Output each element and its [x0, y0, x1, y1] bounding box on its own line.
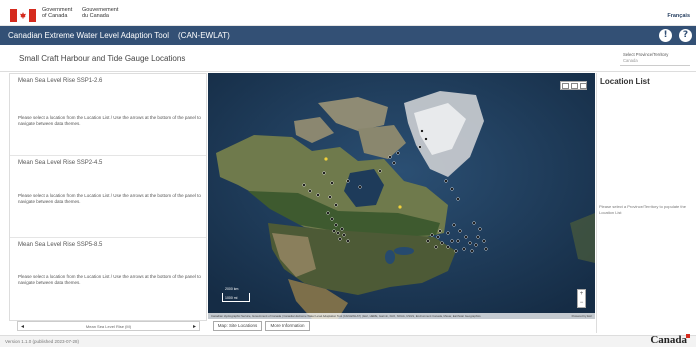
gov-en-line2: of Canada — [42, 13, 68, 19]
scale-label-km: 2000 km — [225, 287, 239, 291]
map-view[interactable]: 2000 km 1000 mi + − Canadian Hydrographi… — [208, 73, 595, 319]
help-button[interactable]: ? — [679, 29, 692, 42]
canada-wordmark: Canada — [650, 334, 690, 346]
location-list-title: Location List — [600, 77, 650, 86]
app-title: Canadian Extreme Water Level Adaption To… — [8, 31, 169, 40]
app-bar: Canadian Extreme Water Level Adaption To… — [0, 26, 696, 45]
theme-section-title: Mean Sea Level Rise SSP5-8.5 — [18, 242, 103, 248]
wordmark-flag-icon — [686, 334, 690, 338]
zoom-in-button[interactable]: + — [578, 290, 585, 299]
scale-label-mi: 1000 mi — [225, 296, 238, 300]
theme-section-ssp1: Mean Sea Level Rise SSP1-2.6 Please sele… — [10, 74, 206, 156]
tab-site-locations[interactable]: Map: Site Locations — [213, 321, 262, 331]
theme-pager: ◂ Mean Sea Level Rise (M) ▸ — [17, 321, 200, 331]
location-list-message: Please select a Province/Territory to po… — [599, 204, 686, 215]
esri-credit[interactable]: Powered by Esri — [572, 313, 592, 319]
page-title: Small Craft Harbour and Tide Gauge Locat… — [19, 54, 186, 63]
location-list-panel: Location List Please select a Province/T… — [596, 73, 696, 333]
footer: Version 1.1.0 (published 2023-07-28) Can… — [0, 334, 696, 347]
gov-signature-fr: Gouvernement du Canada — [82, 7, 118, 19]
theme-section-message: Please select a location from the Locati… — [18, 274, 201, 285]
tab-more-information[interactable]: More Information — [265, 321, 310, 331]
canada-wordmark-text: Canada — [650, 334, 687, 346]
title-bar: Small Craft Harbour and Tide Gauge Locat… — [0, 45, 696, 72]
theme-section-message: Please select a location from the Locati… — [18, 193, 201, 204]
basemap-imagery — [208, 73, 595, 319]
zoom-out-button[interactable]: − — [578, 299, 585, 308]
gov-signature-en: Government of Canada — [42, 7, 72, 19]
theme-section-title: Mean Sea Level Rise SSP1-2.6 — [18, 78, 103, 84]
theme-section-ssp2: Mean Sea Level Rise SSP2-4.5 Please sele… — [10, 156, 206, 238]
list-icon[interactable] — [571, 83, 578, 89]
info-button[interactable]: ! — [659, 29, 672, 42]
map-scale-bar: 2000 km 1000 mi — [222, 287, 250, 302]
theme-pager-label: Mean Sea Level Rise (M) — [85, 324, 132, 329]
language-toggle-link[interactable]: Français — [667, 13, 690, 19]
chevron-right-icon[interactable]: ▸ — [193, 323, 196, 330]
gc-header: Government of Canada Gouvernement du Can… — [0, 0, 696, 26]
theme-section-title: Mean Sea Level Rise SSP2-4.5 — [18, 160, 103, 166]
version-text: Version 1.1.0 (published 2023-07-28) — [5, 339, 80, 344]
province-select[interactable]: Canada — [623, 58, 638, 63]
exclamation-circle-icon: ! — [663, 30, 668, 40]
grid-icon[interactable] — [580, 83, 587, 89]
layers-icon[interactable] — [562, 83, 569, 89]
province-select-underline — [620, 65, 690, 66]
data-theme-panel: Mean Sea Level Rise SSP1-2.6 Please sele… — [9, 73, 207, 321]
canada-flag-icon — [10, 9, 36, 22]
theme-section-message: Please select a location from the Locati… — [18, 115, 201, 126]
attribution-text: Canadian Hydrographic Service, Governmen… — [211, 314, 481, 318]
map-tool-group — [560, 81, 587, 90]
province-select-label: Select Province/Territory — [623, 52, 669, 57]
map-attribution: Canadian Hydrographic Service, Governmen… — [208, 313, 595, 319]
theme-section-ssp5: Mean Sea Level Rise SSP5-8.5 Please sele… — [10, 238, 206, 322]
question-circle-icon: ? — [682, 30, 689, 40]
gov-fr-line2: du Canada — [82, 13, 109, 19]
app-code: (CAN-EWLAT) — [178, 31, 230, 40]
zoom-control: + − — [577, 289, 586, 308]
